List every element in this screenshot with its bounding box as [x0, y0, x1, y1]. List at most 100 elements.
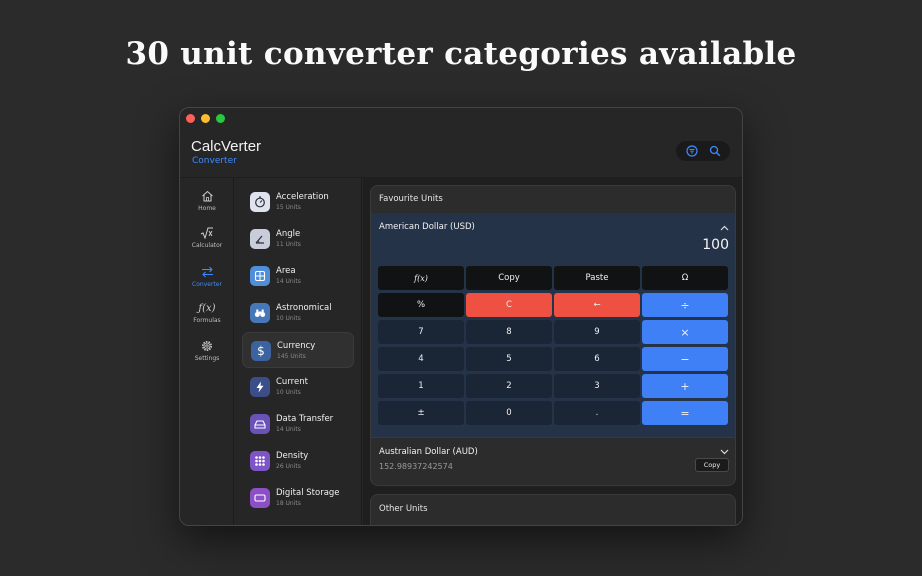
minimize-window-button[interactable] — [201, 114, 210, 123]
window-content: Home Calculator Converter ƒ(x) Formulas — [180, 177, 742, 526]
gear-icon — [180, 339, 234, 353]
category-icon — [250, 525, 270, 526]
category-count: 14 Units — [276, 426, 301, 433]
digit-7-key[interactable]: 7 — [378, 320, 464, 344]
divide-key[interactable]: ÷ — [642, 293, 728, 317]
percent-key[interactable]: % — [378, 293, 464, 317]
digit-6-key[interactable]: 6 — [554, 347, 640, 371]
category-angle[interactable]: Angle 11 Units — [242, 221, 354, 257]
category-area[interactable]: Area 14 Units — [242, 258, 354, 294]
category-name: Angle — [276, 229, 301, 239]
category-next[interactable] — [242, 517, 354, 526]
swap-arrows-icon — [180, 265, 234, 279]
category-count: 11 Units — [276, 241, 301, 248]
category-count: 26 Units — [276, 463, 301, 470]
angle-icon — [250, 229, 270, 249]
area-grid-icon — [250, 266, 270, 286]
omega-key[interactable]: Ω — [642, 266, 728, 290]
chevron-up-icon[interactable] — [719, 223, 729, 233]
digit-2-key[interactable]: 2 — [466, 374, 552, 398]
nav-home-label: Home — [198, 205, 216, 212]
category-count: 145 Units — [277, 353, 306, 360]
keypad: f(x) Copy Paste Ω % C ← ÷ 7 8 9 × 4 5 6 … — [378, 266, 728, 425]
binoculars-icon — [250, 303, 270, 323]
copy-key[interactable]: Copy — [466, 266, 552, 290]
function-key[interactable]: f(x) — [378, 266, 464, 290]
category-count: 15 Units — [276, 204, 301, 211]
fx-icon: ƒ(x) — [198, 302, 216, 314]
window-controls — [186, 114, 225, 123]
app-title: CalcVerter — [191, 138, 262, 155]
active-unit-value[interactable]: 100 — [702, 237, 729, 253]
category-name: Area — [276, 266, 296, 276]
header-toolbar — [676, 141, 730, 161]
category-count: 18 Units — [276, 500, 301, 507]
digit-5-key[interactable]: 5 — [466, 347, 552, 371]
active-unit-card: American Dollar (USD) 100 f(x) Copy Past… — [371, 213, 735, 437]
filter-icon[interactable] — [685, 144, 699, 158]
close-window-button[interactable] — [186, 114, 195, 123]
category-name: Currency — [277, 341, 316, 351]
digit-4-key[interactable]: 4 — [378, 347, 464, 371]
nav-calculator[interactable]: Calculator — [180, 226, 234, 249]
nav-rail: Home Calculator Converter ƒ(x) Formulas — [180, 178, 234, 525]
category-name: Digital Storage — [276, 488, 340, 498]
category-name: Astronomical — [276, 303, 332, 313]
headline: 30 unit converter categories available — [125, 36, 797, 72]
plus-key[interactable]: + — [642, 374, 728, 398]
paste-key[interactable]: Paste — [554, 266, 640, 290]
second-unit-name: Australian Dollar (AUD) — [379, 447, 478, 457]
category-list: Acceleration 15 Units Angle 11 Units Are… — [235, 178, 362, 526]
other-units-panel: Other Units — [370, 494, 736, 525]
decimal-key[interactable]: . — [554, 401, 640, 425]
search-icon[interactable] — [708, 144, 722, 158]
nav-home[interactable]: Home — [180, 189, 234, 212]
category-acceleration[interactable]: Acceleration 15 Units — [242, 184, 354, 220]
home-icon — [180, 189, 234, 203]
drive-icon — [250, 414, 270, 434]
nav-formulas[interactable]: ƒ(x) Formulas — [180, 301, 234, 325]
main-panel: Favourite Units American Dollar (USD) 10… — [363, 178, 742, 525]
category-name: Data Transfer — [276, 414, 334, 424]
category-density[interactable]: Density 26 Units — [242, 443, 354, 479]
digit-3-key[interactable]: 3 — [554, 374, 640, 398]
second-unit-row[interactable]: Australian Dollar (AUD) 152.98937242574 … — [371, 437, 735, 485]
copy-button[interactable]: Copy — [695, 458, 729, 472]
dollar-icon: $ — [251, 341, 271, 361]
zoom-window-button[interactable] — [216, 114, 225, 123]
active-unit-name[interactable]: American Dollar (USD) — [379, 222, 475, 232]
digit-9-key[interactable]: 9 — [554, 320, 640, 344]
nav-settings[interactable]: Settings — [180, 339, 234, 362]
favourite-units-panel: Favourite Units American Dollar (USD) 10… — [370, 185, 736, 486]
digit-1-key[interactable]: 1 — [378, 374, 464, 398]
backspace-key[interactable]: ← — [554, 293, 640, 317]
minus-key[interactable]: − — [642, 347, 728, 371]
category-currency[interactable]: $ Currency 145 Units — [242, 332, 354, 368]
equals-key[interactable]: = — [642, 401, 728, 425]
chevron-down-icon[interactable] — [719, 447, 729, 457]
category-data-transfer[interactable]: Data Transfer 14 Units — [242, 406, 354, 442]
digit-8-key[interactable]: 8 — [466, 320, 552, 344]
category-count: 14 Units — [276, 278, 301, 285]
nav-settings-label: Settings — [194, 355, 220, 362]
plus-minus-key[interactable]: ± — [378, 401, 464, 425]
storage-icon — [250, 488, 270, 508]
category-current[interactable]: Current 10 Units — [242, 369, 354, 405]
second-unit-value: 152.98937242574 — [379, 462, 453, 471]
nav-calculator-label: Calculator — [191, 242, 223, 249]
app-window: CalcVerter Converter Home Calculator Con… — [179, 107, 743, 526]
category-astronomical[interactable]: Astronomical 10 Units — [242, 295, 354, 331]
category-count: 10 Units — [276, 389, 301, 396]
clear-key[interactable]: C — [466, 293, 552, 317]
category-name: Density — [276, 451, 309, 461]
sqrt-x-icon — [180, 226, 234, 240]
stopwatch-icon — [250, 192, 270, 212]
nav-converter-label: Converter — [192, 281, 222, 288]
digit-0-key[interactable]: 0 — [466, 401, 552, 425]
category-name: Current — [276, 377, 308, 387]
category-name: Acceleration — [276, 192, 329, 202]
app-subtitle: Converter — [192, 156, 237, 166]
multiply-key[interactable]: × — [642, 320, 728, 344]
nav-converter[interactable]: Converter — [180, 265, 234, 288]
category-digital-storage[interactable]: Digital Storage 18 Units — [242, 480, 354, 516]
